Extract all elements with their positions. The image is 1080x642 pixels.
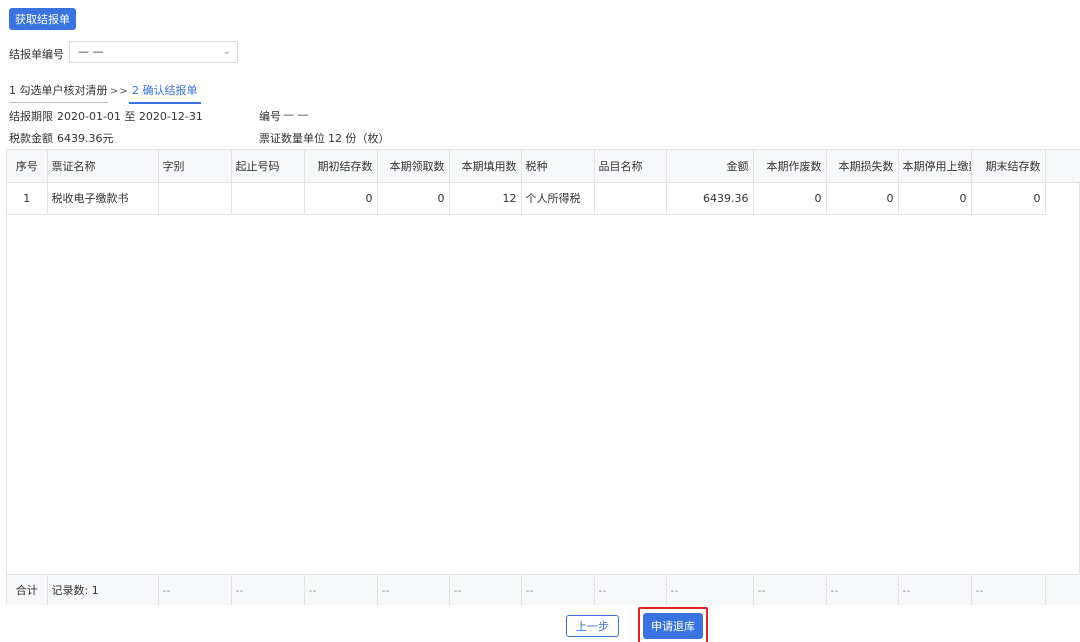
period-label: 结报期限	[9, 110, 53, 123]
cell-spacer	[1045, 182, 1080, 214]
code-label: 编号	[259, 110, 281, 123]
cell-lost: 0	[826, 182, 899, 215]
cell-tax-type: 个人所得税	[521, 182, 595, 215]
report-no-select[interactable]: — — ⌄	[69, 41, 238, 63]
summary-cell: --	[449, 575, 522, 605]
step-separator: >>	[110, 86, 129, 97]
step-2-active[interactable]: 2 确认结报单	[129, 82, 201, 104]
cell-closing-stock: 0	[971, 182, 1046, 215]
col-header-ticket-name[interactable]: 票证名称	[47, 150, 159, 183]
action-bar: 上一步 申请退库	[0, 606, 1080, 642]
table-summary-row: 合计 记录数: 1 -- -- -- -- -- -- -- -- -- -- …	[7, 574, 1080, 605]
col-header-closing-stock[interactable]: 期末结存数	[971, 150, 1046, 183]
cell-discontinued: 0	[898, 182, 972, 215]
step-1[interactable]: 1 勾选单户核对清册	[9, 82, 108, 103]
tax-amount-value: 6439.36元	[57, 132, 114, 145]
fetch-report-button[interactable]: 获取结报单	[9, 8, 76, 30]
period-value: 2020-01-01 至 2020-12-31	[57, 110, 203, 123]
summary-cell: --	[753, 575, 827, 605]
previous-step-button[interactable]: 上一步	[566, 615, 619, 637]
ticket-unit-value: 12 份（枚）	[328, 132, 390, 145]
cell-item-name	[594, 182, 667, 215]
apply-refund-button[interactable]: 申请退库	[643, 613, 703, 639]
summary-cell: --	[521, 575, 595, 605]
summary-cell: --	[971, 575, 1046, 605]
summary-cell: --	[377, 575, 450, 605]
cell-ticket-name: 税收电子缴款书	[47, 182, 159, 215]
report-no-label: 结报单编号	[9, 48, 64, 61]
col-header-received[interactable]: 本期领取数	[377, 150, 450, 183]
cell-received: 0	[377, 182, 450, 215]
report-table: 序号 票证名称 字别 起止号码 期初结存数 本期领取数 本期填用数 税种 品目名…	[6, 149, 1080, 605]
col-header-lost[interactable]: 本期损失数	[826, 150, 899, 183]
col-header-amount[interactable]: 金额	[666, 150, 754, 183]
chevron-down-icon: ⌄	[222, 46, 231, 57]
summary-record-count: 记录数: 1	[47, 575, 159, 605]
col-header-spacer	[1045, 150, 1080, 183]
summary-cell: --	[898, 575, 972, 605]
cell-voided: 0	[753, 182, 827, 215]
summary-total-label: 合计	[7, 575, 48, 605]
col-header-used[interactable]: 本期填用数	[449, 150, 522, 183]
summary-cell: --	[826, 575, 899, 605]
cell-opening-stock: 0	[304, 182, 378, 215]
col-header-item-name[interactable]: 品目名称	[594, 150, 667, 183]
summary-cell: --	[304, 575, 378, 605]
code-value: — —	[283, 108, 309, 121]
cell-used: 12	[449, 182, 522, 215]
cell-index: 1	[7, 182, 48, 215]
report-no-value: — —	[78, 45, 104, 58]
col-header-index[interactable]: 序号	[7, 150, 48, 183]
col-header-voided[interactable]: 本期作废数	[753, 150, 827, 183]
tax-amount-label: 税款金额	[9, 132, 53, 145]
col-header-word[interactable]: 字别	[158, 150, 232, 183]
cell-number-range	[231, 182, 305, 215]
summary-cell: --	[666, 575, 754, 605]
col-header-opening-stock[interactable]: 期初结存数	[304, 150, 378, 183]
summary-cell: --	[231, 575, 305, 605]
step-indicator: 1 勾选单户核对清册 >> 2 确认结报单	[9, 80, 201, 104]
cell-word	[158, 182, 232, 215]
col-header-tax-type[interactable]: 税种	[521, 150, 595, 183]
summary-cell: --	[594, 575, 667, 605]
ticket-unit-label: 票证数量单位	[259, 132, 325, 145]
table-row[interactable]: 1 税收电子缴款书 0 0 12 个人所得税 6439.36 0 0 0 0	[7, 182, 1080, 215]
col-header-number-range[interactable]: 起止号码	[231, 150, 305, 183]
summary-spacer	[1045, 575, 1080, 605]
cell-amount: 6439.36	[666, 182, 754, 215]
summary-cell: --	[158, 575, 232, 605]
col-header-discontinued[interactable]: 本期停用上缴数	[898, 150, 972, 183]
